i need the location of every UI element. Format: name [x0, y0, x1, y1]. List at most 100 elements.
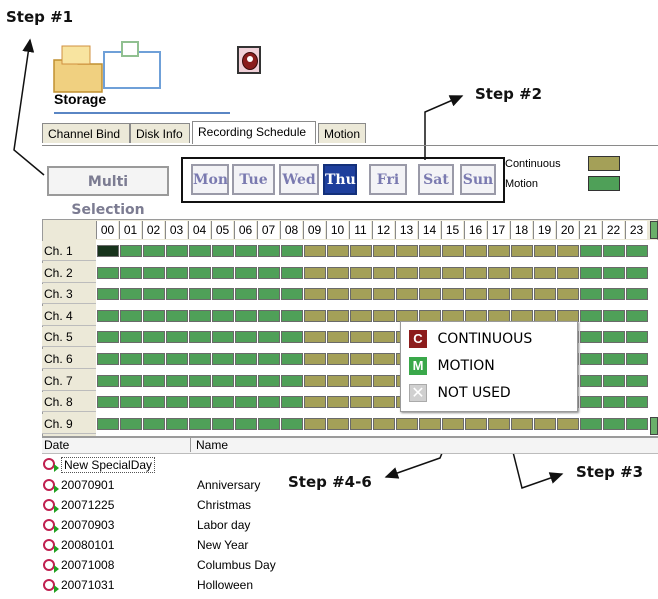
- storage-folder-icon[interactable]: [44, 38, 164, 94]
- schedule-cell[interactable]: [304, 288, 326, 301]
- schedule-cell[interactable]: [166, 374, 188, 387]
- schedule-cell[interactable]: [212, 374, 234, 387]
- schedule-cell[interactable]: [143, 309, 165, 322]
- hour-header[interactable]: 18: [510, 221, 532, 239]
- hour-header[interactable]: 08: [280, 221, 302, 239]
- schedule-cell[interactable]: [580, 374, 602, 387]
- list-column-name[interactable]: Name: [196, 438, 228, 452]
- schedule-cell[interactable]: [327, 417, 349, 430]
- schedule-cell[interactable]: [557, 266, 579, 279]
- hour-header[interactable]: 14: [418, 221, 440, 239]
- list-item-date[interactable]: 20080101: [61, 538, 114, 552]
- schedule-cell[interactable]: [143, 288, 165, 301]
- schedule-cell[interactable]: [557, 309, 579, 322]
- day-button-fri[interactable]: Fri: [369, 164, 407, 195]
- schedule-cell[interactable]: [396, 245, 418, 257]
- grid-scroll-down[interactable]: [650, 417, 658, 435]
- schedule-cell[interactable]: [580, 417, 602, 430]
- schedule-cell[interactable]: [373, 309, 395, 322]
- list-item-date[interactable]: 20071225: [61, 498, 114, 512]
- schedule-cell[interactable]: [580, 288, 602, 301]
- schedule-cell[interactable]: [511, 266, 533, 279]
- schedule-cell[interactable]: [442, 417, 464, 430]
- schedule-cell[interactable]: [189, 288, 211, 301]
- schedule-cell[interactable]: [626, 417, 648, 430]
- multi-selection-button[interactable]: Multi Selection: [47, 166, 169, 218]
- list-item-date[interactable]: 20071031: [61, 578, 114, 592]
- hour-header[interactable]: 02: [142, 221, 164, 239]
- channel-label[interactable]: Ch. 3: [42, 284, 96, 305]
- schedule-cell[interactable]: [580, 331, 602, 344]
- schedule-cell[interactable]: [97, 245, 119, 257]
- schedule-cell[interactable]: [603, 288, 625, 301]
- schedule-cell[interactable]: [212, 245, 234, 257]
- schedule-cell[interactable]: [373, 374, 395, 387]
- hour-header[interactable]: 22: [602, 221, 624, 239]
- schedule-cell[interactable]: [626, 266, 648, 279]
- schedule-cell[interactable]: [189, 266, 211, 279]
- schedule-cell[interactable]: [304, 266, 326, 279]
- day-button-sat[interactable]: Sat: [418, 164, 454, 195]
- schedule-cell[interactable]: [258, 331, 280, 344]
- schedule-cell[interactable]: [97, 266, 119, 279]
- schedule-cell[interactable]: [419, 288, 441, 301]
- channel-label[interactable]: Ch. 1: [42, 241, 96, 261]
- schedule-cell[interactable]: [120, 353, 142, 365]
- schedule-cell[interactable]: [557, 417, 579, 430]
- schedule-cell[interactable]: [626, 331, 648, 344]
- schedule-cell[interactable]: [304, 309, 326, 322]
- schedule-cell[interactable]: [626, 245, 648, 257]
- schedule-cell[interactable]: [304, 331, 326, 344]
- schedule-cell[interactable]: [143, 245, 165, 257]
- hour-header[interactable]: 16: [464, 221, 486, 239]
- schedule-cell[interactable]: [419, 245, 441, 257]
- schedule-cell[interactable]: [350, 331, 372, 344]
- schedule-cell[interactable]: [235, 396, 257, 409]
- hour-header[interactable]: 05: [211, 221, 233, 239]
- schedule-cell[interactable]: [281, 266, 303, 279]
- schedule-cell[interactable]: [166, 288, 188, 301]
- channel-label[interactable]: Ch. 9: [42, 413, 96, 434]
- schedule-cell[interactable]: [511, 245, 533, 257]
- hour-header[interactable]: 21: [579, 221, 601, 239]
- schedule-cell[interactable]: [189, 353, 211, 365]
- schedule-cell[interactable]: [442, 309, 464, 322]
- schedule-cell[interactable]: [488, 288, 510, 301]
- schedule-cell[interactable]: [97, 309, 119, 322]
- schedule-cell[interactable]: [350, 288, 372, 301]
- schedule-cell[interactable]: [166, 309, 188, 322]
- schedule-cell[interactable]: [189, 374, 211, 387]
- hour-header[interactable]: 09: [303, 221, 325, 239]
- schedule-cell[interactable]: [120, 309, 142, 322]
- tab-channel-bind[interactable]: Channel Bind: [42, 123, 130, 143]
- schedule-cell[interactable]: [580, 245, 602, 257]
- grid-scroll-up[interactable]: [650, 221, 658, 239]
- schedule-cell[interactable]: [281, 331, 303, 344]
- schedule-cell[interactable]: [580, 396, 602, 409]
- schedule-cell[interactable]: [396, 266, 418, 279]
- schedule-cell[interactable]: [281, 288, 303, 301]
- schedule-cell[interactable]: [258, 396, 280, 409]
- schedule-cell[interactable]: [281, 309, 303, 322]
- schedule-cell[interactable]: [189, 331, 211, 344]
- schedule-cell[interactable]: [350, 374, 372, 387]
- schedule-cell[interactable]: [327, 353, 349, 365]
- schedule-cell[interactable]: [258, 309, 280, 322]
- schedule-cell[interactable]: [534, 266, 556, 279]
- schedule-cell[interactable]: [143, 417, 165, 430]
- schedule-cell[interactable]: [281, 353, 303, 365]
- schedule-cell[interactable]: [350, 309, 372, 322]
- channel-label[interactable]: Ch. 8: [42, 392, 96, 413]
- hour-header[interactable]: 07: [257, 221, 279, 239]
- schedule-cell[interactable]: [442, 245, 464, 257]
- schedule-cell[interactable]: [603, 309, 625, 322]
- schedule-cell[interactable]: [534, 417, 556, 430]
- schedule-cell[interactable]: [304, 396, 326, 409]
- hour-header[interactable]: 04: [188, 221, 210, 239]
- hour-header[interactable]: 15: [441, 221, 463, 239]
- schedule-cell[interactable]: [442, 288, 464, 301]
- schedule-cell[interactable]: [212, 396, 234, 409]
- channel-label[interactable]: Ch. 4: [42, 305, 96, 326]
- schedule-cell[interactable]: [304, 353, 326, 365]
- day-button-tue[interactable]: Tue: [232, 164, 275, 195]
